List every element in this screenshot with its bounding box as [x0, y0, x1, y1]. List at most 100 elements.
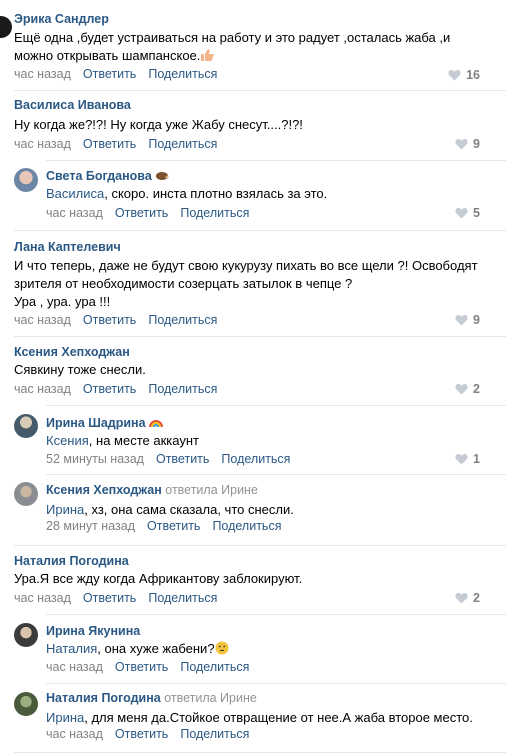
like-button[interactable]: 9 — [455, 313, 480, 327]
comment-text: И что теперь, даже не будут свою кукуруз… — [14, 258, 478, 309]
comment-time[interactable]: час назад — [14, 313, 71, 327]
like-count: 9 — [473, 137, 480, 151]
comment-text: Ирина, для меня да.Стойкое отвращение от… — [46, 710, 473, 725]
comment-text: Сявкину тоже снесли. — [14, 362, 146, 377]
comment-author[interactable]: Ирина Шадрина — [46, 415, 164, 430]
heart-icon — [455, 208, 468, 219]
reply-link[interactable]: Ответить — [147, 519, 200, 533]
reply-link[interactable]: Ответить — [83, 313, 136, 327]
comment-meta: час назад Ответить Поделиться — [14, 313, 217, 327]
share-link[interactable]: Поделиться — [212, 519, 281, 533]
hedgehog-emoji — [156, 172, 169, 180]
comment-author[interactable]: Эрика Сандлер — [14, 12, 109, 26]
comment-text: Ксения, на месте аккаунт — [46, 433, 199, 448]
share-link[interactable]: Поделиться — [148, 137, 217, 151]
reply-link[interactable]: Ответить — [115, 660, 168, 674]
comment-text: Ура.Я все жду когда Африкантову заблокир… — [14, 571, 303, 586]
heart-icon — [455, 315, 468, 326]
comment-author[interactable]: Наталия Погодина ответила Ирине — [46, 691, 257, 705]
share-link[interactable]: Поделиться — [148, 382, 217, 396]
comment-time[interactable]: час назад — [14, 137, 71, 151]
reply-link[interactable]: Ответить — [83, 67, 136, 81]
avatar[interactable] — [0, 16, 12, 38]
separator — [14, 336, 506, 337]
avatar[interactable] — [14, 482, 38, 506]
comment-time[interactable]: час назад — [14, 67, 71, 81]
separator — [14, 752, 506, 753]
comment-time[interactable]: час назад — [46, 206, 103, 220]
comment-time[interactable]: 52 минуты назад — [46, 452, 144, 466]
separator — [46, 160, 506, 161]
comment-meta: час назад Ответить Поделиться — [46, 660, 249, 674]
like-count: 2 — [473, 382, 480, 396]
comment-author[interactable]: Василиса Иванова — [14, 98, 131, 112]
comment-text: Василиса, скоро. инста плотно взялась за… — [46, 186, 328, 201]
reply-link[interactable]: Ответить — [83, 382, 136, 396]
mention-link[interactable]: Василиса — [46, 186, 104, 201]
comment-meta: час назад Ответить Поделиться — [14, 137, 217, 151]
heart-icon — [455, 384, 468, 395]
heart-icon — [455, 139, 468, 150]
comment-meta: 28 минут назад Ответить Поделиться — [46, 519, 281, 533]
separator — [46, 683, 506, 684]
reply-to-label[interactable]: ответила Ирине — [164, 691, 257, 705]
comment-text: Ещё одна ,будет устраиваться на работу и… — [14, 30, 451, 63]
share-link[interactable]: Поделиться — [148, 313, 217, 327]
comment-meta: 52 минуты назад Ответить Поделиться — [46, 452, 290, 466]
rainbow-emoji — [149, 420, 164, 428]
comment-time[interactable]: час назад — [14, 591, 71, 605]
heart-icon — [455, 454, 468, 465]
comment-time[interactable]: час назад — [14, 382, 71, 396]
like-button[interactable]: 5 — [455, 206, 480, 220]
avatar[interactable] — [14, 692, 38, 716]
like-button[interactable]: 1 — [455, 452, 480, 466]
separator — [46, 614, 506, 615]
mention-link[interactable]: Ксения — [46, 433, 89, 448]
comment-time[interactable]: час назад — [46, 660, 103, 674]
heart-icon — [448, 70, 461, 81]
mention-link[interactable]: Наталия — [46, 641, 97, 656]
comment-meta: час назад Ответить Поделиться — [14, 67, 217, 81]
reply-link[interactable]: Ответить — [115, 727, 168, 741]
thinking-face-emoji — [215, 641, 229, 655]
avatar[interactable] — [14, 168, 38, 192]
reply-link[interactable]: Ответить — [83, 591, 136, 605]
separator — [46, 405, 506, 406]
comment-author[interactable]: Света Богданова — [46, 168, 169, 183]
comment-author[interactable]: Ирина Якунина — [46, 624, 140, 638]
share-link[interactable]: Поделиться — [148, 67, 217, 81]
separator — [14, 230, 506, 231]
heart-icon — [455, 593, 468, 604]
share-link[interactable]: Поделиться — [148, 591, 217, 605]
reply-link[interactable]: Ответить — [156, 452, 209, 466]
avatar[interactable] — [14, 623, 38, 647]
share-link[interactable]: Поделиться — [180, 727, 249, 741]
comment-author[interactable]: Ксения Хепходжан ответила Ирине — [46, 483, 258, 497]
reply-link[interactable]: Ответить — [83, 137, 136, 151]
mention-link[interactable]: Ирина — [46, 502, 84, 517]
like-button[interactable]: 9 — [455, 137, 480, 151]
comment-meta: час назад Ответить Поделиться — [14, 591, 217, 605]
like-button[interactable]: 2 — [455, 382, 480, 396]
comment-time[interactable]: 28 минут назад — [46, 519, 135, 533]
like-count: 16 — [466, 68, 480, 82]
like-count: 1 — [473, 452, 480, 466]
like-count: 5 — [473, 206, 480, 220]
comment-author[interactable]: Ксения Хепходжан — [14, 345, 130, 359]
share-link[interactable]: Поделиться — [180, 660, 249, 674]
like-button[interactable]: 16 — [448, 68, 480, 82]
mention-link[interactable]: Ирина — [46, 710, 84, 725]
comment-meta: час назад Ответить Поделиться — [14, 382, 217, 396]
share-link[interactable]: Поделиться — [221, 452, 290, 466]
avatar[interactable] — [14, 414, 38, 438]
reply-link[interactable]: Ответить — [115, 206, 168, 220]
comment-meta: час назад Ответить Поделиться — [46, 206, 249, 220]
comment-author[interactable]: Наталия Погодина — [14, 554, 129, 568]
comment-time[interactable]: час назад — [46, 727, 103, 741]
like-count: 9 — [473, 313, 480, 327]
comment-author[interactable]: Лана Каптелевич — [14, 240, 121, 254]
like-button[interactable]: 2 — [455, 591, 480, 605]
reply-to-label[interactable]: ответила Ирине — [165, 483, 258, 497]
share-link[interactable]: Поделиться — [180, 206, 249, 220]
thumbs-up-emoji — [201, 49, 214, 61]
